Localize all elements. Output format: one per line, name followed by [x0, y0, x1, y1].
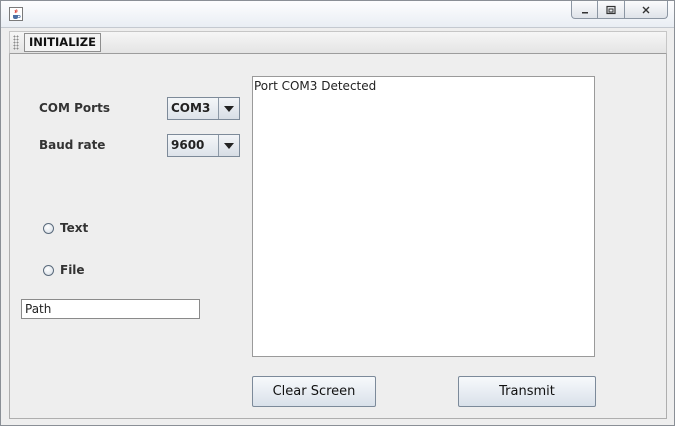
chevron-down-icon[interactable] — [218, 98, 239, 119]
app-window: INITIALIZE COM Ports COM3 Baud rate 9600… — [0, 0, 675, 426]
com-ports-dropdown[interactable]: COM3 — [167, 97, 240, 120]
toolbar-grip-handle[interactable] — [13, 35, 19, 50]
clear-screen-button[interactable]: Clear Screen — [252, 376, 376, 407]
window-controls — [571, 1, 668, 21]
transmit-button[interactable]: Transmit — [458, 376, 596, 407]
file-radio-button[interactable] — [43, 264, 54, 276]
close-button[interactable] — [625, 1, 668, 19]
title-bar[interactable] — [1, 1, 674, 28]
restore-icon — [606, 5, 616, 14]
text-radio-option[interactable]: Text — [43, 221, 88, 235]
java-cup-icon — [9, 7, 23, 21]
close-icon — [642, 6, 650, 13]
restore-button[interactable] — [598, 1, 625, 19]
baud-rate-label: Baud rate — [39, 138, 106, 152]
baud-rate-dropdown[interactable]: 9600 — [167, 134, 240, 157]
com-ports-label: COM Ports — [39, 101, 110, 115]
initialize-button[interactable]: INITIALIZE — [24, 33, 102, 52]
file-radio-label: File — [60, 263, 85, 277]
chevron-down-icon[interactable] — [218, 135, 239, 156]
minimize-button[interactable] — [571, 1, 598, 19]
baud-rate-selected: 9600 — [171, 138, 205, 152]
minimize-icon — [581, 11, 588, 13]
com-ports-selected: COM3 — [171, 101, 211, 115]
text-radio-label: Text — [60, 221, 89, 235]
log-line: Port COM3 Detected — [254, 79, 377, 93]
toolbar: INITIALIZE — [9, 31, 667, 54]
output-log-area[interactable]: Port COM3 Detected — [252, 76, 595, 357]
file-radio-option[interactable]: File — [43, 263, 85, 277]
text-radio-button[interactable] — [43, 222, 54, 234]
path-input[interactable]: Path — [21, 299, 200, 319]
